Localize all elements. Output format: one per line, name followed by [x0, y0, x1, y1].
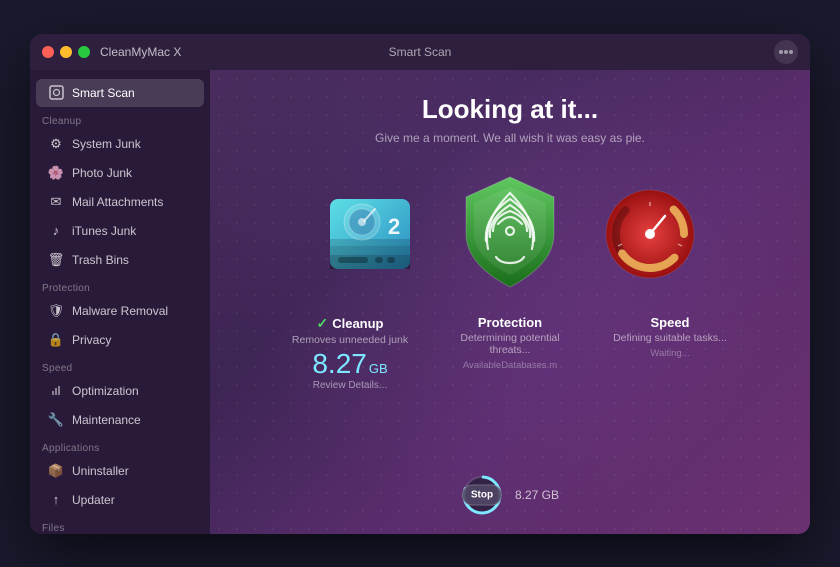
sidebar-item-privacy[interactable]: 🔒 Privacy [36, 326, 204, 354]
titlebar-center-label: Smart Scan [389, 45, 452, 59]
speed-card-title: Speed [650, 315, 689, 330]
cards-row: ✓ Cleanup Removes unneeded junk 8.27 GB … [280, 315, 740, 391]
main-panel: Looking at it... Give me a moment. We al… [210, 70, 810, 534]
sidebar-item-itunes-junk[interactable]: ♪ iTunes Junk [36, 217, 204, 245]
section-speed: Speed [30, 355, 210, 376]
section-cleanup: Cleanup [30, 108, 210, 129]
system-junk-icon: ⚙ [48, 136, 64, 152]
section-protection: Protection [30, 275, 210, 296]
main-subtitle: Give me a moment. We all wish it was eas… [375, 131, 645, 145]
section-applications: Applications [30, 435, 210, 456]
cleanup-unit: GB [369, 361, 388, 376]
optimization-icon [48, 383, 64, 399]
minimize-button[interactable] [60, 46, 72, 58]
sidebar-item-smart-scan[interactable]: Smart Scan [36, 79, 204, 107]
trash-icon: 🗑 [48, 252, 64, 268]
feature-icons-row: 2 [320, 169, 700, 299]
protection-subtitle: Determining potential threats... [440, 332, 580, 356]
privacy-label: Privacy [72, 333, 111, 347]
system-junk-label: System Junk [72, 137, 141, 151]
cleanup-card-title: ✓ Cleanup [316, 315, 383, 332]
cleanup-check-icon: ✓ [316, 315, 328, 332]
sidebar-item-photo-junk[interactable]: 🌸 Photo Junk [36, 159, 204, 187]
trash-label: Trash Bins [72, 253, 129, 267]
uninstaller-label: Uninstaller [72, 464, 129, 478]
sidebar: Smart Scan Cleanup ⚙ System Junk 🌸 Photo… [30, 70, 210, 534]
cleanup-value: 8.27 [312, 350, 367, 378]
speed-icon-container [600, 184, 700, 284]
section-files: Files [30, 515, 210, 534]
close-button[interactable] [42, 46, 54, 58]
titlebar: CleanMyMac X Smart Scan [30, 34, 810, 70]
sidebar-item-updater[interactable]: ↑ Updater [36, 486, 204, 514]
updater-icon: ↑ [48, 492, 64, 508]
itunes-icon: ♪ [48, 223, 64, 239]
sidebar-item-maintenance[interactable]: 🔧 Maintenance [36, 406, 204, 434]
optimization-label: Optimization [72, 384, 139, 398]
stop-gb-display: 8.27 GB [515, 488, 559, 502]
speed-subtitle: Defining suitable tasks... [613, 332, 727, 344]
sidebar-item-mail-attachments[interactable]: ✉ Mail Attachments [36, 188, 204, 216]
main-content: Smart Scan Cleanup ⚙ System Junk 🌸 Photo… [30, 70, 810, 534]
stop-button-container: Stop 8.27 GB [461, 474, 559, 516]
itunes-label: iTunes Junk [72, 224, 136, 238]
svg-text:2: 2 [388, 214, 400, 239]
protection-icon-container [450, 169, 570, 299]
photo-junk-label: Photo Junk [72, 166, 132, 180]
protection-detail: AvailableDatabases.m [463, 360, 557, 371]
maintenance-label: Maintenance [72, 413, 141, 427]
sidebar-item-system-junk[interactable]: ⚙ System Junk [36, 130, 204, 158]
traffic-lights [42, 46, 90, 58]
cleanup-subtitle: Removes unneeded junk [292, 334, 408, 346]
sidebar-item-malware-removal[interactable]: 🛡 Malware Removal [36, 297, 204, 325]
stop-button[interactable]: Stop [462, 484, 502, 505]
sidebar-item-optimization[interactable]: Optimization [36, 377, 204, 405]
sidebar-item-trash-bins[interactable]: 🗑 Trash Bins [36, 246, 204, 274]
privacy-icon: 🔒 [48, 332, 64, 348]
main-title: Looking at it... [422, 94, 598, 125]
photo-junk-icon: 🌸 [48, 165, 64, 181]
malware-icon: 🛡 [48, 303, 64, 319]
maximize-button[interactable] [78, 46, 90, 58]
sidebar-item-uninstaller[interactable]: 📦 Uninstaller [36, 457, 204, 485]
speed-detail: Waiting... [650, 348, 689, 359]
uninstaller-icon: 📦 [48, 463, 64, 479]
protection-card: Protection Determining potential threats… [440, 315, 580, 373]
malware-label: Malware Removal [72, 304, 168, 318]
cleanup-review-link[interactable]: Review Details... [313, 380, 387, 391]
mail-label: Mail Attachments [72, 195, 163, 209]
cleanup-card: ✓ Cleanup Removes unneeded junk 8.27 GB … [280, 315, 420, 391]
smart-scan-icon [48, 85, 64, 101]
cleanup-icon-container: 2 [320, 184, 420, 284]
settings-button[interactable] [774, 40, 798, 64]
sidebar-smart-scan-label: Smart Scan [72, 86, 135, 100]
mail-icon: ✉ [48, 194, 64, 210]
protection-card-title: Protection [478, 315, 542, 330]
updater-label: Updater [72, 493, 115, 507]
app-window: CleanMyMac X Smart Scan Smart Scan [30, 34, 810, 534]
speed-card: Speed Defining suitable tasks... Waiting… [600, 315, 740, 361]
maintenance-icon: 🔧 [48, 412, 64, 428]
